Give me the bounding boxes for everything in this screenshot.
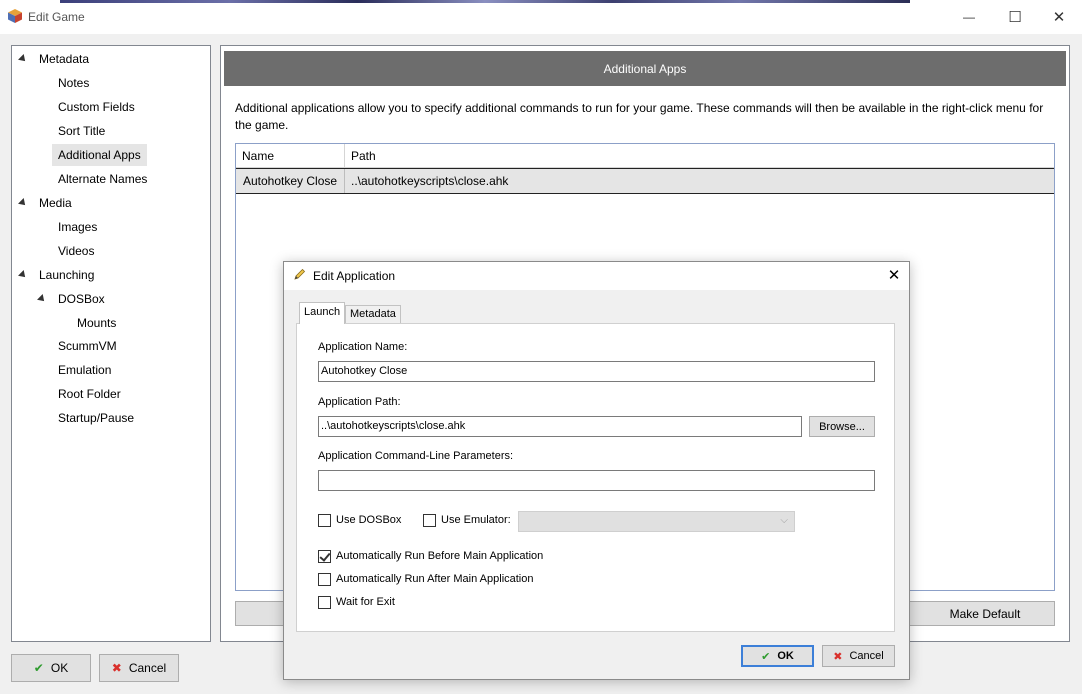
window-title: Edit Game [28, 10, 85, 24]
run-after-checkbox[interactable] [318, 573, 331, 586]
maximize-icon: ☐ [1008, 9, 1022, 26]
tab-launch[interactable]: Launch [299, 302, 346, 324]
tree-item-dosbox[interactable]: DOSBox [52, 288, 111, 310]
dialog-close-button[interactable]: ✕ [885, 266, 903, 284]
tree-item-sort-title[interactable]: Sort Title [52, 120, 111, 142]
use-dosbox-label: Use DOSBox [336, 514, 402, 526]
tab-metadata[interactable]: Metadata [345, 305, 401, 323]
tree-item-emulation[interactable]: Emulation [52, 359, 117, 381]
chevron-down-icon: ⌵ [780, 515, 788, 526]
use-emulator-checkbox[interactable] [423, 514, 436, 527]
cancel-button[interactable]: ✖ Cancel [99, 654, 179, 682]
tree-item-metadata[interactable]: Metadata [33, 48, 95, 70]
cell-name: Autohotkey Close [243, 174, 338, 188]
use-emulator-label: Use Emulator: [441, 514, 511, 526]
tree-item-images[interactable]: Images [52, 216, 103, 238]
dialog-ok-label: OK [777, 650, 794, 662]
tree-item-media[interactable]: Media [33, 192, 78, 214]
wait-exit-label: Wait for Exit [336, 596, 395, 608]
close-button[interactable]: ✕ [1036, 0, 1082, 34]
column-header-name[interactable]: Name [236, 144, 345, 168]
tree-item-launching[interactable]: Launching [33, 264, 100, 286]
tree-item-notes[interactable]: Notes [52, 72, 95, 94]
app-name-label: Application Name: [318, 341, 408, 353]
ok-label: OK [50, 661, 69, 675]
tree-item-additional-apps[interactable]: Additional Apps [52, 144, 147, 166]
dialog-ok-button[interactable]: ✔ OK [741, 645, 814, 667]
make-default-label: Make Default [949, 606, 1021, 621]
panel-description: Additional applications allow you to spe… [235, 101, 1044, 132]
tree-item-scummvm[interactable]: ScummVM [52, 335, 123, 357]
checkmark-icon: ✔ [761, 650, 771, 663]
make-default-button[interactable]: Make Default [895, 601, 1055, 626]
checkmark-icon: ✔ [33, 661, 44, 675]
emulator-select[interactable]: ⌵ [518, 511, 795, 532]
pencil-icon [294, 268, 306, 280]
column-divider [344, 169, 345, 193]
app-icon [8, 9, 22, 23]
run-before-checkbox[interactable] [318, 550, 331, 563]
cancel-label: Cancel [128, 661, 167, 675]
cmdline-input[interactable] [318, 470, 875, 491]
panel-header: Additional Apps [224, 51, 1066, 86]
tree-item-alternate-names[interactable]: Alternate Names [52, 168, 153, 190]
browse-button[interactable]: Browse... [809, 416, 875, 437]
dialog-cancel-button[interactable]: ✖ Cancel [822, 645, 895, 667]
app-path-label: Application Path: [318, 396, 401, 408]
title-bar [0, 0, 1082, 34]
maximize-button[interactable]: ☐ [992, 0, 1038, 34]
close-icon: ✕ [887, 267, 901, 284]
column-header-path[interactable]: Path [345, 144, 1054, 168]
cancel-x-icon: ✖ [111, 661, 122, 675]
cmdline-label: Application Command-Line Parameters: [318, 450, 514, 462]
dialog-cancel-label: Cancel [849, 650, 884, 662]
app-path-input[interactable]: ..\autohotkeyscripts\close.ahk [318, 416, 802, 437]
app-name-input[interactable]: Autohotkey Close [318, 361, 875, 382]
ok-button[interactable]: ✔ OK [11, 654, 91, 682]
tree-item-root-folder[interactable]: Root Folder [52, 383, 127, 405]
close-icon: ✕ [1052, 9, 1066, 26]
dialog-title: Edit Application [313, 269, 396, 283]
run-after-label: Automatically Run After Main Application [336, 573, 534, 585]
background-strip [60, 0, 910, 3]
table-row[interactable]: Autohotkey Close ..\autohotkeyscripts\cl… [236, 168, 1054, 194]
tree-item-custom-fields[interactable]: Custom Fields [52, 96, 141, 118]
use-dosbox-checkbox[interactable] [318, 514, 331, 527]
tree-item-videos[interactable]: Videos [52, 240, 100, 262]
tree-item-mounts[interactable]: Mounts [71, 312, 122, 334]
tree-item-startup-pause[interactable]: Startup/Pause [52, 407, 140, 429]
run-before-label: Automatically Run Before Main Applicatio… [336, 550, 544, 562]
cancel-x-icon: ✖ [833, 650, 843, 663]
minimize-icon: — [963, 10, 975, 24]
minimize-button[interactable]: — [946, 0, 992, 34]
cell-path: ..\autohotkeyscripts\close.ahk [351, 174, 509, 188]
wait-exit-checkbox[interactable] [318, 596, 331, 609]
